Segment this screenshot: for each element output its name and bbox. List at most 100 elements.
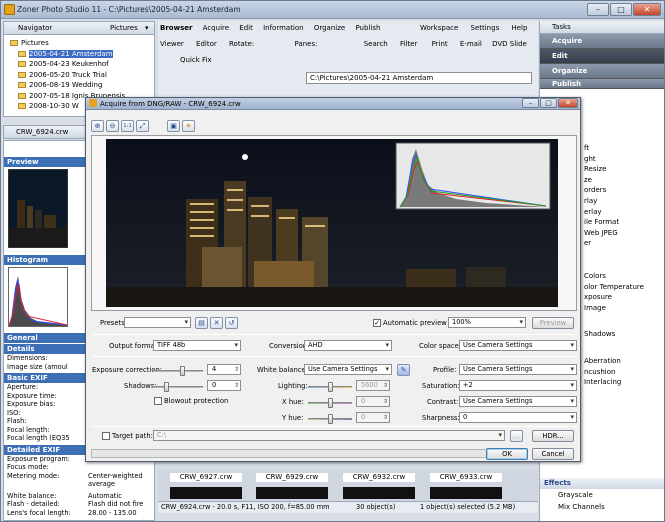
preview-thumbnail <box>8 169 68 248</box>
settings-menu[interactable]: Settings <box>471 24 500 32</box>
tree-item-amsterdam[interactable]: 2005-04-21 Amsterdam <box>6 49 154 60</box>
task-acquire[interactable]: Acquire <box>540 34 664 49</box>
browse-folder-icon[interactable]: … <box>510 430 523 442</box>
lighting-spin[interactable]: 5600 <box>356 380 390 391</box>
x-hue-spin[interactable]: 0 <box>356 396 390 407</box>
navigator-header: Navigator Pictures ▾ <box>4 22 154 35</box>
exposure-slider[interactable] <box>153 366 203 376</box>
status-selected: 1 object(s) selected (5.2 MB) <box>420 503 516 511</box>
blowout-protection-checkbox[interactable] <box>154 397 162 405</box>
tree-item-label: 2006-08-19 Wedding <box>29 81 103 89</box>
white-balance-combo[interactable]: Use Camera Settings <box>304 364 392 375</box>
thumb-image[interactable] <box>343 487 415 499</box>
search-button[interactable]: Search <box>364 40 388 48</box>
workspace-menu[interactable]: Workspace <box>420 24 458 32</box>
preview-button[interactable]: Preview <box>532 317 574 329</box>
thumb-image[interactable] <box>256 487 328 499</box>
exposure-spin[interactable]: 4 <box>207 364 241 375</box>
lighting-slider[interactable] <box>308 382 352 392</box>
contrast-combo[interactable]: Use Camera Settings <box>459 396 577 407</box>
automatic-preview-checkbox[interactable]: ✓ <box>373 319 381 327</box>
eyedropper-icon[interactable]: ✎ <box>397 364 410 376</box>
y-hue-spin[interactable]: 0 <box>356 412 390 423</box>
dvd-slide-button[interactable]: DVD Slide <box>492 40 527 48</box>
zoom-in-icon[interactable]: ⊕ <box>91 120 104 132</box>
email-button[interactable]: E-mail <box>460 40 482 48</box>
zoom-actual-icon[interactable]: 1:1 <box>121 120 134 132</box>
thumb-label[interactable]: CRW_6927.crw <box>170 473 242 482</box>
compare-icon[interactable]: ▣ <box>167 120 180 132</box>
print-button[interactable]: Print <box>432 40 448 48</box>
sharpness-combo[interactable]: 0 <box>459 412 577 423</box>
menu-publish[interactable]: Publish <box>355 24 380 32</box>
mix-channels-task[interactable]: Mix Channels <box>558 503 605 511</box>
reset-preset-icon[interactable]: ↺ <box>225 317 238 329</box>
shadows-slider[interactable] <box>153 382 203 392</box>
path-field[interactable]: C:\Pictures\2005-04-21 Amsterdam <box>306 72 532 84</box>
dialog-minimize-button[interactable]: – <box>522 98 539 108</box>
presets-combo[interactable] <box>124 317 191 328</box>
task-edit[interactable]: Edit <box>540 49 664 64</box>
output-format-combo[interactable]: TIFF 48b <box>153 340 241 351</box>
pictures-dropdown[interactable]: Pictures <box>110 22 138 34</box>
task-publish[interactable]: Publish <box>540 79 664 89</box>
exif-detail-row: average <box>4 480 154 489</box>
menu-acquire[interactable]: Acquire <box>203 24 229 32</box>
thumb-label[interactable]: CRW_6933.crw <box>430 473 502 482</box>
menu-bar: Browser Acquire Edit Information Organiz… <box>160 24 388 32</box>
shadows-spin[interactable]: 0 <box>207 380 241 391</box>
exif-detail-row: Focus mode: <box>4 463 154 472</box>
exif-detail-row: Lens's focal length: 28.00 - 135.00 <box>4 509 154 518</box>
status-count: 30 object(s) <box>356 503 396 511</box>
quickfix-button[interactable]: Quick Fix <box>180 56 212 64</box>
menu-information[interactable]: Information <box>263 24 304 32</box>
contrast-label: Contrast: <box>427 398 459 406</box>
conversion-combo[interactable]: AHD <box>304 340 392 351</box>
browser-tab[interactable]: Browser <box>160 24 192 32</box>
exposure-warning-icon[interactable]: ☀ <box>182 120 195 132</box>
dialog-close-button[interactable]: ✕ <box>558 98 578 108</box>
color-space-combo[interactable]: Use Camera Settings <box>459 340 577 351</box>
target-path-checkbox[interactable] <box>102 432 110 440</box>
help-menu[interactable]: Help <box>511 24 527 32</box>
grayscale-task[interactable]: Grayscale <box>558 491 593 499</box>
cancel-button[interactable]: Cancel <box>532 448 574 460</box>
editor-button[interactable]: Editor <box>196 40 217 48</box>
ok-button[interactable]: OK <box>486 448 528 460</box>
minimize-button[interactable]: – <box>587 3 609 16</box>
profile-combo[interactable]: Use Camera Settings <box>459 364 577 375</box>
tree-item-wedding[interactable]: 2006-08-19 Wedding <box>6 80 154 91</box>
filter-button[interactable]: Filter <box>400 40 417 48</box>
thumb-label[interactable]: CRW_6929.crw <box>256 473 328 482</box>
tree-item-label: 2005-04-23 Keukenhof <box>29 60 109 68</box>
zoom-out-icon[interactable]: ⊖ <box>106 120 119 132</box>
preview-area <box>91 135 577 311</box>
delete-preset-icon[interactable]: ✕ <box>210 317 223 329</box>
thumb-label[interactable]: CRW_6932.crw <box>343 473 415 482</box>
viewer-button[interactable]: Viewer <box>160 40 184 48</box>
target-path-field[interactable]: C:\ <box>153 430 505 441</box>
tree-item-truck-trial[interactable]: 2006-05-20 Truck Trial <box>6 70 154 81</box>
thumb-image[interactable] <box>170 487 242 499</box>
tree-item-keukenhof[interactable]: 2005-04-23 Keukenhof <box>6 59 154 70</box>
y-hue-slider[interactable] <box>308 414 352 424</box>
save-preset-icon[interactable]: ▤ <box>195 317 208 329</box>
saturation-combo[interactable]: +2 <box>459 380 577 391</box>
effects-header[interactable]: Effects <box>540 478 664 489</box>
x-hue-slider[interactable] <box>308 398 352 408</box>
tree-root[interactable]: Pictures <box>6 38 154 49</box>
zoom-combo[interactable]: 100% <box>448 317 526 328</box>
menu-organize[interactable]: Organize <box>314 24 345 32</box>
thumb-image[interactable] <box>430 487 502 499</box>
dialog-maximize-button[interactable]: □ <box>540 98 557 108</box>
lighting-label: Lighting: <box>278 382 308 390</box>
task-organize[interactable]: Organize <box>540 64 664 79</box>
maximize-button[interactable]: □ <box>610 3 632 16</box>
exif-detail-key: Flash - detailed: <box>7 500 60 508</box>
chevron-down-icon[interactable]: ▾ <box>145 22 149 34</box>
hdr-button[interactable]: HDR... <box>532 430 574 442</box>
blowout-protection-label: Blowout protection <box>164 397 229 405</box>
zoom-fit-icon[interactable]: ⤢ <box>136 120 149 132</box>
close-button[interactable]: ✕ <box>633 3 661 16</box>
menu-edit[interactable]: Edit <box>239 24 253 32</box>
